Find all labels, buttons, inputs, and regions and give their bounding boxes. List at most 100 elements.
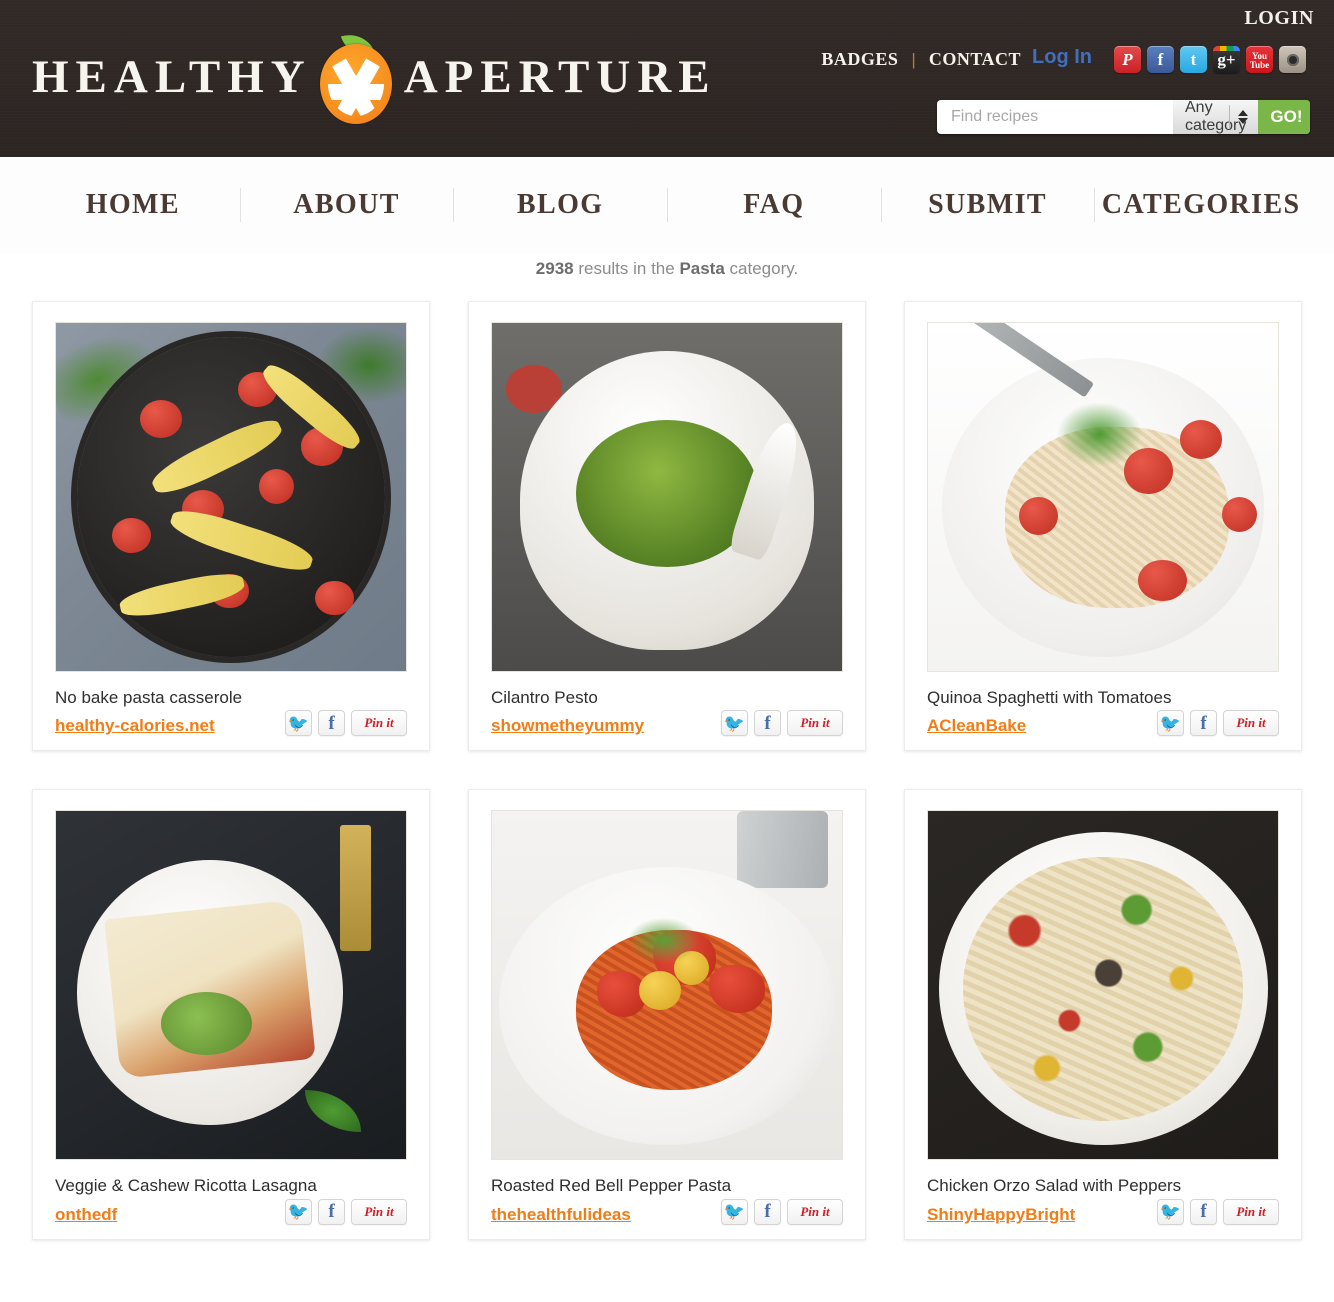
twitter-bird-icon: 🐦	[1159, 713, 1182, 733]
twitter-bird-icon: 🐦	[287, 1202, 310, 1222]
nav-item-blog[interactable]: BLOG	[453, 189, 667, 221]
share-facebook-button[interactable]: f	[318, 710, 345, 737]
log-in-link[interactable]: Log In	[1032, 46, 1092, 69]
contact-link[interactable]: CONTACT	[929, 49, 1021, 70]
recipe-image[interactable]	[55, 322, 407, 672]
recipe-title[interactable]: Cilantro Pesto	[491, 688, 843, 708]
pin-it-label: Pin it	[364, 1203, 394, 1219]
share-pinterest-button[interactable]: Pin it	[351, 710, 407, 737]
twitter-bird-icon: 🐦	[723, 713, 746, 733]
recipe-image[interactable]	[927, 810, 1279, 1161]
facebook-f-icon: f	[764, 1201, 771, 1223]
nav-item-categories[interactable]: CATEGORIES	[1094, 189, 1308, 221]
results-category: Pasta	[679, 259, 725, 278]
facebook-f-icon: f	[1200, 1201, 1207, 1223]
pin-it-label: Pin it	[1236, 715, 1266, 731]
share-pinterest-button[interactable]: Pin it	[351, 1198, 407, 1225]
recipe-card[interactable]: Roasted Red Bell Pepper Pasta thehealthf…	[468, 789, 866, 1240]
recipe-title[interactable]: No bake pasta casserole	[55, 688, 407, 708]
share-twitter-button[interactable]: 🐦	[285, 710, 312, 737]
utility-separator: |	[911, 49, 916, 69]
search-go-button[interactable]: GO!	[1258, 100, 1310, 134]
share-facebook-button[interactable]: f	[1190, 1198, 1217, 1225]
youtube-icon[interactable]: You Tube	[1246, 46, 1273, 73]
shutter-blades-icon	[327, 52, 384, 116]
share-facebook-button[interactable]: f	[1190, 710, 1217, 737]
recipe-card[interactable]: Quinoa Spaghetti with Tomatoes ACleanBak…	[904, 301, 1302, 752]
site-header: LOGIN HEALTHY APERTURE BADGES | CONTACT …	[0, 0, 1334, 157]
pin-it-label: Pin it	[800, 1203, 830, 1219]
google-plus-icon[interactable]: g+	[1213, 46, 1240, 73]
site-logo[interactable]: HEALTHY APERTURE	[32, 28, 717, 124]
recipe-source-link[interactable]: healthy-calories.net	[55, 716, 215, 736]
login-top-link[interactable]: LOGIN	[1244, 7, 1314, 30]
share-buttons: 🐦 f Pin it	[285, 710, 407, 737]
recipe-card[interactable]: Cilantro Pesto showmetheyummy 🐦 f Pin it	[468, 301, 866, 752]
logo-word-healthy: HEALTHY	[32, 50, 312, 103]
utility-bar: BADGES | CONTACT Log In P f t g+ You Tube	[821, 46, 1306, 73]
recipe-source-link[interactable]: ACleanBake	[927, 716, 1026, 736]
social-icon-row: P f t g+ You Tube	[1114, 46, 1306, 73]
twitter-bird-icon: 🐦	[723, 1202, 746, 1222]
search-input[interactable]	[937, 100, 1172, 134]
results-suffix: category.	[724, 259, 799, 278]
nav-item-about[interactable]: ABOUT	[240, 189, 454, 221]
pinterest-icon[interactable]: P	[1114, 46, 1141, 73]
share-buttons: 🐦 f Pin it	[721, 710, 843, 737]
recipe-source-link[interactable]: showmetheyummy	[491, 716, 644, 736]
share-buttons: 🐦 f Pin it	[1157, 1198, 1279, 1225]
share-twitter-button[interactable]: 🐦	[1157, 710, 1184, 737]
recipe-image[interactable]	[927, 322, 1279, 672]
recipe-image[interactable]	[491, 810, 843, 1161]
share-facebook-button[interactable]: f	[318, 1198, 345, 1225]
main-navigation: HOME ABOUT BLOG FAQ SUBMIT CATEGORIES	[0, 157, 1334, 253]
share-pinterest-button[interactable]: Pin it	[787, 1198, 843, 1225]
recipe-title[interactable]: Roasted Red Bell Pepper Pasta	[491, 1176, 843, 1196]
share-pinterest-button[interactable]: Pin it	[1223, 1198, 1279, 1225]
share-twitter-button[interactable]: 🐦	[721, 710, 748, 737]
share-pinterest-button[interactable]: Pin it	[1223, 710, 1279, 737]
share-twitter-button[interactable]: 🐦	[1157, 1198, 1184, 1225]
recipe-card[interactable]: Veggie & Cashew Ricotta Lasagna onthedf …	[32, 789, 430, 1240]
share-buttons: 🐦 f Pin it	[721, 1198, 843, 1225]
share-facebook-button[interactable]: f	[754, 1198, 781, 1225]
pin-it-label: Pin it	[800, 715, 830, 731]
twitter-bird-icon: 🐦	[1159, 1202, 1182, 1222]
twitter-icon[interactable]: t	[1180, 46, 1207, 73]
recipe-title[interactable]: Quinoa Spaghetti with Tomatoes	[927, 688, 1279, 708]
recipe-source-link[interactable]: ShinyHappyBright	[927, 1205, 1075, 1225]
share-pinterest-button[interactable]: Pin it	[787, 710, 843, 737]
search-bar: Any category GO!	[937, 100, 1310, 134]
instagram-icon[interactable]	[1279, 46, 1306, 73]
recipe-image[interactable]	[491, 322, 843, 672]
results-count: 2938	[535, 259, 574, 278]
twitter-bird-icon: 🐦	[287, 713, 310, 733]
facebook-f-icon: f	[328, 1201, 335, 1223]
recipe-title[interactable]: Veggie & Cashew Ricotta Lasagna	[55, 1176, 407, 1196]
share-facebook-button[interactable]: f	[754, 710, 781, 737]
pin-it-label: Pin it	[1236, 1203, 1266, 1219]
nav-item-home[interactable]: HOME	[26, 189, 240, 221]
results-summary: 2938 results in the Pasta category.	[0, 253, 1334, 301]
facebook-icon[interactable]: f	[1147, 46, 1174, 73]
recipe-title[interactable]: Chicken Orzo Salad with Peppers	[927, 1176, 1279, 1196]
share-twitter-button[interactable]: 🐦	[285, 1198, 312, 1225]
category-select[interactable]: Any category	[1172, 100, 1259, 134]
recipe-grid: No bake pasta casserole healthy-calories…	[0, 301, 1334, 1240]
share-twitter-button[interactable]: 🐦	[721, 1198, 748, 1225]
nav-item-submit[interactable]: SUBMIT	[881, 189, 1095, 221]
facebook-f-icon: f	[328, 712, 335, 734]
facebook-f-icon: f	[1200, 712, 1207, 734]
recipe-source-link[interactable]: thehealthfulideas	[491, 1205, 631, 1225]
facebook-f-icon: f	[764, 712, 771, 734]
recipe-card[interactable]: No bake pasta casserole healthy-calories…	[32, 301, 430, 752]
recipe-source-link[interactable]: onthedf	[55, 1205, 117, 1225]
badges-link[interactable]: BADGES	[821, 49, 898, 70]
recipe-image[interactable]	[55, 810, 407, 1161]
chevron-updown-icon	[1229, 105, 1249, 129]
pin-it-label: Pin it	[364, 715, 394, 731]
share-buttons: 🐦 f Pin it	[285, 1198, 407, 1225]
nav-item-faq[interactable]: FAQ	[667, 189, 881, 221]
recipe-card[interactable]: Chicken Orzo Salad with Peppers ShinyHap…	[904, 789, 1302, 1240]
logo-word-aperture: APERTURE	[403, 50, 717, 103]
